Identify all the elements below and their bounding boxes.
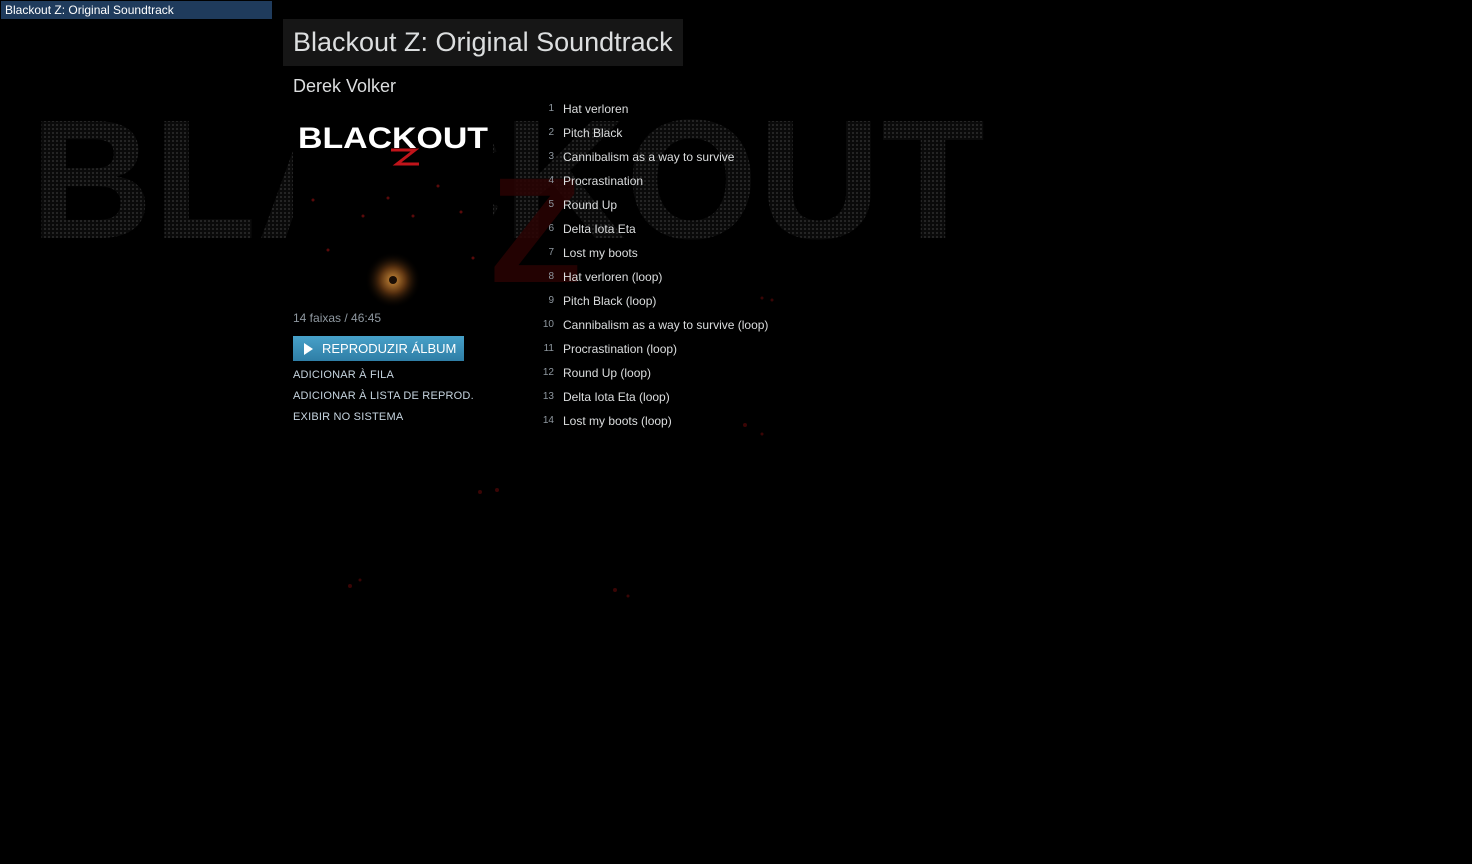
track-title: Hat verloren (563, 102, 629, 116)
track-row[interactable]: 6 Delta Iota Eta (533, 217, 933, 241)
track-number: 3 (548, 151, 554, 162)
track-title: Lost my boots (563, 246, 638, 260)
track-row[interactable]: 8 Hat verloren (loop) (533, 265, 933, 289)
sidebar-item-album[interactable]: Blackout Z: Original Soundtrack (1, 1, 272, 19)
album-cover: BLACKOUT (293, 108, 493, 308)
track-title: Delta Iota Eta (563, 222, 636, 236)
track-number: 7 (548, 247, 554, 258)
track-title: Pitch Black (563, 126, 623, 140)
page-title: Blackout Z: Original Soundtrack (283, 19, 683, 66)
track-row[interactable]: 2 Pitch Black (533, 121, 933, 145)
track-row[interactable]: 12 Round Up (loop) (533, 361, 933, 385)
track-row[interactable]: 14 Lost my boots (loop) (533, 409, 933, 433)
track-row[interactable]: 9 Pitch Black (loop) (533, 289, 933, 313)
track-row[interactable]: 4 Procrastination (533, 169, 933, 193)
track-title: Lost my boots (loop) (563, 414, 672, 428)
track-title: Hat verloren (loop) (563, 270, 663, 284)
track-title: Cannibalism as a way to survive (563, 150, 735, 164)
track-number: 11 (543, 343, 554, 354)
track-number: 4 (548, 175, 554, 186)
track-row[interactable]: 1 Hat verloren (533, 97, 933, 121)
track-number: 10 (542, 319, 554, 330)
track-number: 9 (548, 295, 554, 306)
track-row[interactable]: 7 Lost my boots (533, 241, 933, 265)
play-album-button[interactable]: REPRODUZIR ÁLBUM (293, 336, 464, 361)
artist-name: Derek Volker (293, 76, 397, 96)
track-number: 8 (548, 271, 554, 282)
track-title: Procrastination (563, 174, 644, 188)
track-row[interactable]: 10 Cannibalism as a way to survive (loop) (533, 313, 933, 337)
track-number: 2 (548, 127, 554, 138)
track-row[interactable]: 13 Delta Iota Eta (loop) (533, 385, 933, 409)
track-title: Pitch Black (loop) (563, 294, 657, 308)
track-list: 1 Hat verloren 2 Pitch Black 3 Cannibalism … (533, 97, 933, 433)
music-player-window: BLACKOUT Z Blackout Z: Original Soundtra… (0, 0, 1472, 864)
show-in-system-link[interactable]: EXIBIR NO SISTEMA (293, 411, 403, 423)
track-number: 5 (548, 199, 554, 210)
track-title: Delta Iota Eta (loop) (563, 390, 670, 404)
track-title: Cannibalism as a way to survive (loop) (563, 318, 769, 332)
play-icon (304, 343, 313, 355)
track-row[interactable]: 11 Procrastination (loop) (533, 337, 933, 361)
track-number: 6 (548, 223, 554, 234)
track-title: Round Up (563, 198, 618, 212)
track-title: Round Up (loop) (563, 366, 652, 380)
track-number: 14 (542, 415, 554, 426)
track-number: 12 (542, 367, 554, 378)
track-count-duration: 14 faixas / 46:45 (293, 311, 382, 325)
track-row[interactable]: 5 Round Up (533, 193, 933, 217)
track-title: Procrastination (loop) (563, 342, 678, 356)
track-number: 13 (542, 391, 554, 402)
add-to-queue-link[interactable]: ADICIONAR À FILA (293, 369, 394, 381)
track-number: 1 (548, 103, 554, 114)
add-to-playlist-link[interactable]: ADICIONAR À LISTA DE REPROD. (293, 390, 474, 402)
album-cover-art: BLACKOUT (293, 108, 493, 308)
track-row[interactable]: 3 Cannibalism as a way to survive (533, 145, 933, 169)
play-album-label: REPRODUZIR ÁLBUM (322, 341, 457, 356)
